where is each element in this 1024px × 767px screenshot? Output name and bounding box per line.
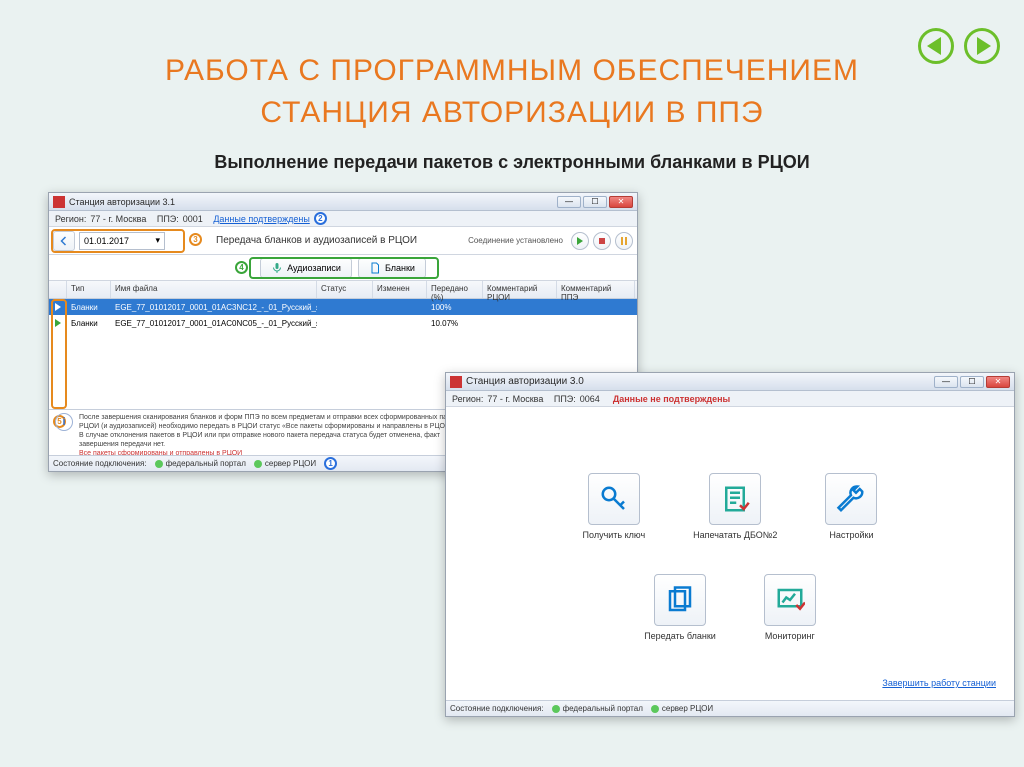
triangle-left-icon [927, 37, 941, 55]
cell-type: Бланки [67, 319, 111, 328]
stop-button[interactable] [593, 232, 611, 250]
ppe-value: 0064 [580, 394, 600, 404]
window-main-menu: Станция авторизации 3.0 — ☐ ✕ Регион: 77… [445, 372, 1015, 717]
region-label: Регион: [55, 214, 86, 224]
triangle-right-icon [977, 37, 991, 55]
cell-file: EGE_77_01012017_0001_01AC0NC05_-_01_Русс… [111, 319, 317, 328]
annotation-5-outline [51, 299, 67, 409]
menu-label: Передать бланки [644, 631, 716, 641]
col-type[interactable]: Тип [67, 281, 111, 298]
close-button[interactable]: ✕ [986, 376, 1010, 388]
cell-percent: 100% [427, 303, 483, 312]
info-bar: Регион: 77 - г. Москва ППЭ: 0064 Данные … [446, 391, 1014, 407]
menu-label: Напечатать ДБО№2 [693, 530, 777, 540]
key-icon [599, 484, 629, 514]
slide-subtitle: Выполнение передачи пакетов с электронны… [0, 152, 1024, 173]
ppe-label: ППЭ: [157, 214, 179, 224]
table-header: Тип Имя файла Статус Изменен Передано (%… [49, 281, 637, 299]
app-icon [450, 376, 462, 388]
play-icon [575, 236, 585, 246]
info-icon: i [55, 413, 73, 431]
connection-status: Соединение установлено [468, 236, 563, 245]
play-button[interactable] [571, 232, 589, 250]
titlebar[interactable]: Станция авторизации 3.0 — ☐ ✕ [446, 373, 1014, 391]
col-changed[interactable]: Изменен [373, 281, 427, 298]
filter-row: Аудиозаписи Бланки 4 [49, 255, 637, 281]
led-green-icon [651, 705, 659, 713]
toolbar-title: Передача бланков и аудиозаписей в РЦОИ [169, 235, 464, 246]
stop-icon [597, 236, 607, 246]
status-bar: Состояние подключения: федеральный порта… [446, 700, 1014, 716]
minimize-button[interactable]: — [934, 376, 958, 388]
menu-send-blanks[interactable]: Передать бланки [644, 574, 716, 641]
menu-label: Настройки [829, 530, 873, 540]
status-rcoi: сервер РЦОИ [662, 704, 713, 713]
status-label: Состояние подключения: [450, 704, 544, 713]
ppe-label: ППЭ: [554, 394, 576, 404]
cell-type: Бланки [67, 303, 111, 312]
col-comment-rcoi[interactable]: Комментарий РЦОИ [483, 281, 557, 298]
led-green-icon [254, 460, 262, 468]
pause-icon [619, 236, 629, 246]
menu-label: Мониторинг [765, 631, 815, 641]
print-icon [720, 484, 750, 514]
status-label: Состояние подключения: [53, 459, 147, 468]
annotation-1-icon: 1 [324, 457, 337, 470]
footer-note-1: После завершения сканирования бланков и … [79, 413, 481, 431]
cell-percent: 10.07% [427, 319, 483, 328]
status-rcoi: сервер РЦОИ [265, 459, 316, 468]
close-button[interactable]: ✕ [609, 196, 633, 208]
region-value: 77 - г. Москва [90, 214, 146, 224]
col-transferred[interactable]: Передано (%) [427, 281, 483, 298]
ppe-value: 0001 [183, 214, 203, 224]
table-row[interactable]: Бланки EGE_77_01012017_0001_01AC0NC05_-_… [49, 315, 637, 331]
region-label: Регион: [452, 394, 483, 404]
titlebar[interactable]: Станция авторизации 3.1 — ☐ ✕ [49, 193, 637, 211]
menu-area: Получить ключ Напечатать ДБО№2 Настройки… [446, 473, 1014, 641]
documents-icon [665, 585, 695, 615]
window-title: Станция авторизации 3.0 [466, 376, 934, 387]
status-federal: федеральный портал [563, 704, 643, 713]
led-green-icon [552, 705, 560, 713]
wrench-icon [836, 484, 866, 514]
cell-file: EGE_77_01012017_0001_01AC3NC12_-_01_Русс… [111, 303, 317, 312]
table-row[interactable]: Бланки EGE_77_01012017_0001_01AC3NC12_-_… [49, 299, 637, 315]
maximize-button[interactable]: ☐ [960, 376, 984, 388]
monitor-icon [775, 585, 805, 615]
minimize-button[interactable]: — [557, 196, 581, 208]
pause-button[interactable] [615, 232, 633, 250]
window-title: Станция авторизации 3.1 [69, 197, 557, 207]
data-not-confirmed: Данные не подтверждены [613, 394, 730, 404]
slide-title: РАБОТА С ПРОГРАММНЫМ ОБЕСПЕЧЕНИЕМ СТАНЦИ… [0, 0, 1024, 134]
info-bar: Регион: 77 - г. Москва ППЭ: 0001 Данные … [49, 211, 637, 227]
menu-label: Получить ключ [583, 530, 646, 540]
annotation-4-outline [249, 257, 439, 279]
menu-settings[interactable]: Настройки [825, 473, 877, 540]
shutdown-link[interactable]: Завершить работу станции [882, 678, 996, 688]
app-icon [53, 196, 65, 208]
col-file[interactable]: Имя файла [111, 281, 317, 298]
region-value: 77 - г. Москва [487, 394, 543, 404]
slide-title-line2: СТАНЦИЯ АВТОРИЗАЦИИ В ППЭ [0, 92, 1024, 134]
next-slide-button[interactable] [964, 28, 1000, 64]
annotation-3-icon: 3 [189, 233, 202, 246]
menu-get-key[interactable]: Получить ключ [583, 473, 646, 540]
menu-monitoring[interactable]: Мониторинг [764, 574, 816, 641]
prev-slide-button[interactable] [918, 28, 954, 64]
footer-note-2: В случае отклонения пакетов в РЦОИ или п… [79, 431, 481, 449]
slide-title-line1: РАБОТА С ПРОГРАММНЫМ ОБЕСПЕЧЕНИЕМ [0, 50, 1024, 92]
led-green-icon [155, 460, 163, 468]
col-comment-ppe[interactable]: Комментарий ППЭ [557, 281, 635, 298]
data-confirmed-link[interactable]: Данные подтверждены [213, 214, 309, 224]
maximize-button[interactable]: ☐ [583, 196, 607, 208]
annotation-4-icon: 4 [235, 261, 248, 274]
menu-print[interactable]: Напечатать ДБО№2 [693, 473, 777, 540]
col-status[interactable]: Статус [317, 281, 373, 298]
annotation-2-icon: 2 [314, 212, 327, 225]
annotation-3-outline [51, 229, 185, 253]
status-federal: федеральный портал [166, 459, 246, 468]
